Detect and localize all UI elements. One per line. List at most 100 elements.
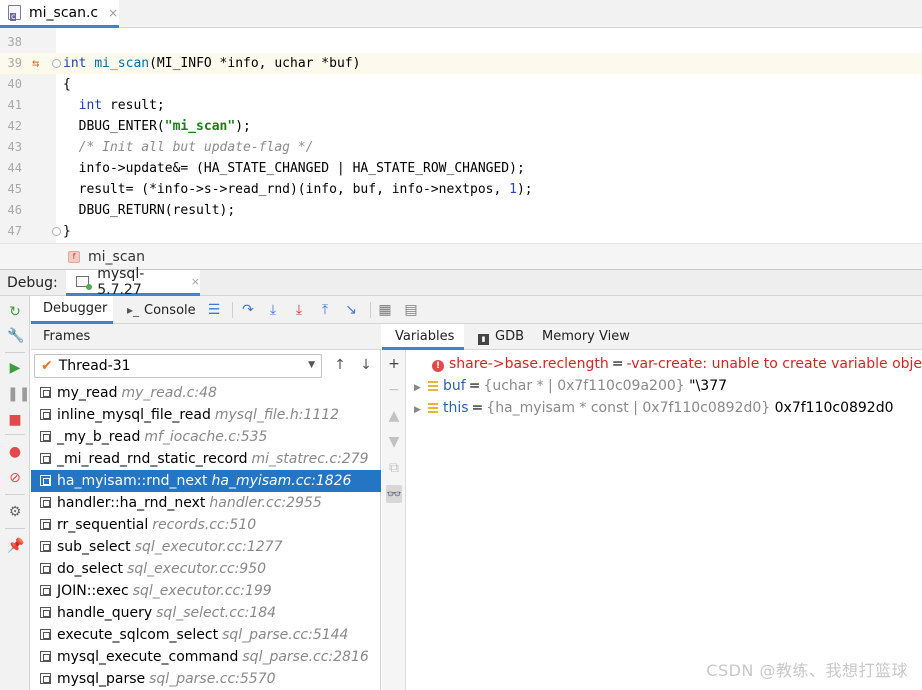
frame-function: handle_query: [57, 605, 153, 621]
close-session-icon[interactable]: ×: [191, 275, 200, 288]
code-editor[interactable]: 38 39 ⇆ int mi_scan(MI_INFO *info, uchar…: [0, 28, 922, 243]
variable-row-error[interactable]: ! share->base.reclength = -var-create: unab…: [432, 353, 922, 375]
layout-menu-icon[interactable]: ☰: [206, 302, 222, 318]
variable-row-this[interactable]: ▶ this = {ha_myisam * const | 0x7f110c0892d…: [414, 397, 894, 419]
frame-row[interactable]: inline_mysql_file_read mysql_file.h:1112: [31, 404, 381, 426]
code-line-40[interactable]: 40 {: [0, 74, 922, 95]
code-line-42[interactable]: 42 DBUG_ENTER("mi_scan");: [0, 116, 922, 137]
rerun-icon[interactable]: ↻: [7, 304, 23, 320]
frame-row-selected[interactable]: ha_myisam::rnd_next ha_myisam.cc:1826: [31, 470, 381, 492]
debug-side-toolbar: ↻ 🔧 ▶ ❚❚ ■ ● ⊘ ⚙ 📌: [0, 296, 30, 690]
tab-memory-view[interactable]: Memory View: [542, 324, 630, 350]
frame-row[interactable]: do_select sql_executor.cc:950: [31, 558, 381, 580]
tab-debugger[interactable]: Debugger: [31, 296, 113, 324]
close-tab-icon[interactable]: ×: [108, 6, 118, 20]
line-number: 44: [7, 161, 22, 175]
variable-name: share->base.reclength: [449, 356, 609, 372]
frame-location: sql_executor.cc:199: [132, 583, 272, 599]
frame-row[interactable]: rr_sequential records.cc:510: [31, 514, 381, 536]
frame-row[interactable]: handler::ha_rnd_next handler.cc:2955: [31, 492, 381, 514]
frame-icon: [40, 497, 51, 508]
frame-function: _my_b_read: [57, 429, 141, 445]
resume-icon[interactable]: ▶: [7, 360, 23, 376]
override-marker-icon[interactable]: ⇆: [32, 53, 39, 74]
evaluate-expression-icon[interactable]: ▦: [377, 302, 393, 318]
code-line-46[interactable]: 46 DBUG_RETURN(result);: [0, 200, 922, 221]
tab-gdb[interactable]: ▮ GDB: [478, 324, 524, 350]
code-line-44[interactable]: 44 info->update&= (HA_STATE_CHANGED | HA…: [0, 158, 922, 179]
variable-row-buf[interactable]: ▶ buf = {uchar * | 0x7f110c09a200} "\377: [414, 375, 727, 397]
check-icon: ✔: [41, 358, 53, 374]
code-line-41[interactable]: 41 int result;: [0, 95, 922, 116]
frame-location: sql_executor.cc:1277: [134, 539, 283, 555]
function-icon: f: [68, 250, 80, 263]
stop-icon[interactable]: ■: [7, 412, 23, 428]
debug-toolwindow-header: Debug: mysql-5.7.27 ×: [0, 266, 922, 298]
settings-gear-icon[interactable]: ⚙: [7, 504, 23, 520]
view-breakpoints-icon[interactable]: ●: [7, 444, 23, 460]
breadcrumb-function[interactable]: mi_scan: [88, 249, 145, 265]
step-out-icon[interactable]: ⤒: [317, 302, 333, 318]
frame-row[interactable]: _my_b_read mf_iocache.c:535: [31, 426, 381, 448]
frames-panel: Frames ✔ Thread-31 ▼ ↑ ↓ my_read my_read.…: [31, 324, 381, 690]
line-number: 42: [7, 119, 22, 133]
move-down-icon[interactable]: ▼: [386, 433, 402, 451]
frame-icon: [40, 409, 51, 420]
frame-row[interactable]: my_read my_read.c:48: [31, 382, 381, 404]
file-tab-mi-scan[interactable]: mi_scan.c ×: [0, 0, 119, 28]
line-number: 45: [7, 182, 22, 196]
trace-icon[interactable]: ▤: [403, 302, 419, 318]
code-line-47[interactable]: 47 }: [0, 221, 922, 242]
frame-icon: [40, 519, 51, 530]
show-watches-glasses-icon[interactable]: 👓: [386, 485, 402, 503]
code-text: {: [63, 77, 71, 92]
code-line-39[interactable]: 39 ⇆ int mi_scan(MI_INFO *info, uchar *b…: [0, 53, 922, 74]
step-over-icon[interactable]: ↷: [240, 302, 256, 318]
frame-row[interactable]: _mi_read_rnd_static_record mi_statrec.c:2…: [31, 448, 381, 470]
frame-row[interactable]: JOIN::exec sql_executor.cc:199: [31, 580, 381, 602]
previous-frame-up-icon[interactable]: ↑: [332, 357, 348, 375]
code-line-45[interactable]: 45 result= (*info->s->read_rnd)(info, bu…: [0, 179, 922, 200]
add-watch-icon[interactable]: +: [386, 355, 402, 373]
frame-location: sql_select.cc:184: [156, 605, 277, 621]
frame-row[interactable]: handle_query sql_select.cc:184: [31, 602, 381, 624]
remove-watch-icon[interactable]: −: [386, 381, 402, 399]
frame-row[interactable]: mysql_parse sql_parse.cc:5570: [31, 668, 381, 690]
variable-value: 0x7f110c0892d0: [774, 400, 894, 416]
next-frame-down-icon[interactable]: ↓: [358, 357, 374, 375]
variable-value: "\377: [689, 378, 728, 394]
frame-location: sql_parse.cc:2816: [242, 649, 369, 665]
move-up-icon[interactable]: ▲: [386, 407, 402, 425]
code-line-38[interactable]: 38: [0, 32, 922, 53]
frame-function: ha_myisam::rnd_next: [57, 473, 208, 489]
thread-selector[interactable]: ✔ Thread-31 ▼: [34, 354, 322, 378]
frame-row[interactable]: execute_sqlcom_select sql_parse.cc:5144: [31, 624, 381, 646]
run-to-cursor-icon[interactable]: ↘: [343, 302, 359, 318]
frame-location: sql_executor.cc:950: [127, 561, 267, 577]
debug-session-tab[interactable]: mysql-5.7.27 ×: [66, 266, 200, 298]
line-number: 40: [7, 77, 22, 91]
expand-arrow-icon[interactable]: ▶: [414, 377, 428, 399]
step-into-icon[interactable]: ⤓: [265, 302, 281, 318]
frame-row[interactable]: sub_select sql_executor.cc:1277: [31, 536, 381, 558]
code-line-43[interactable]: 43 /* Init all but update-flag */: [0, 137, 922, 158]
tab-console[interactable]: ▸_ Console: [127, 296, 207, 324]
copy-icon[interactable]: ⧉: [386, 459, 402, 477]
frame-location: sql_parse.cc:5144: [222, 627, 349, 643]
line-number: 46: [7, 203, 22, 217]
frame-row[interactable]: mysql_execute_command sql_parse.cc:2816: [31, 646, 381, 668]
tab-variables[interactable]: Variables: [382, 324, 464, 350]
gdb-icon: ▮: [478, 334, 489, 345]
pause-icon[interactable]: ❚❚: [7, 386, 30, 402]
force-step-into-icon[interactable]: ⤓: [291, 302, 307, 318]
watermark: CSDN @教练、我想打篮球: [706, 661, 908, 680]
mute-breakpoints-icon[interactable]: ⊘: [7, 470, 23, 486]
frame-location: mf_iocache.c:535: [144, 429, 268, 445]
fold-marker-icon[interactable]: [52, 59, 61, 68]
code-text: int result;: [78, 98, 165, 113]
pin-icon[interactable]: 📌: [7, 538, 24, 554]
fold-marker-icon[interactable]: [52, 227, 61, 236]
wrench-icon[interactable]: 🔧: [7, 328, 24, 344]
expand-arrow-icon[interactable]: ▶: [414, 399, 428, 421]
line-number: 39: [7, 56, 22, 70]
